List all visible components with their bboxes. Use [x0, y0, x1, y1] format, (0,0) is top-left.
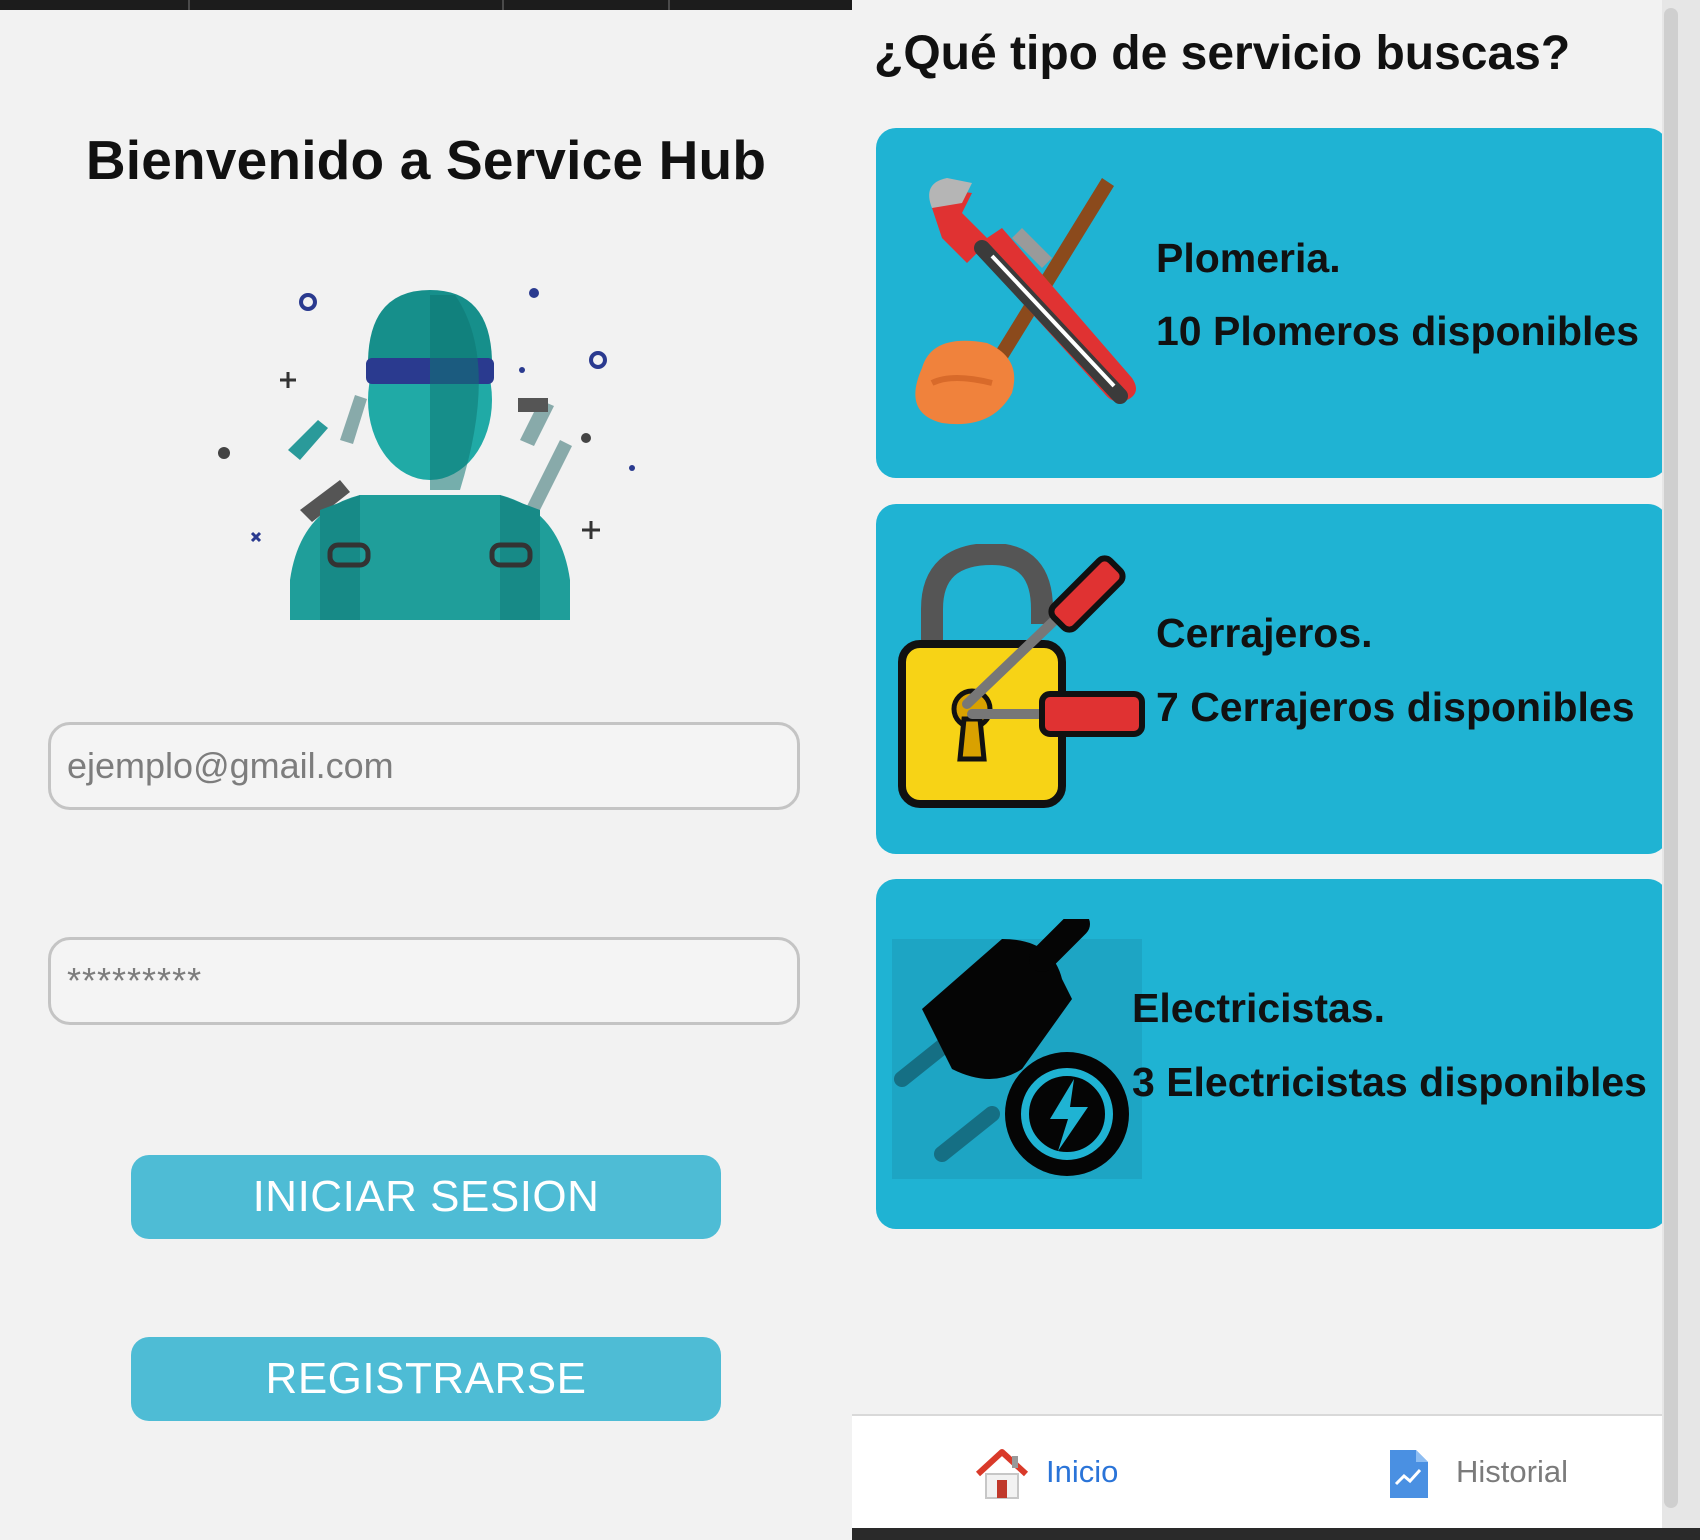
service-card-plomeria[interactable]: Plomeria. 10 Plomeros disponibles	[876, 128, 1668, 478]
scrollbar[interactable]	[1662, 0, 1680, 1528]
services-title: ¿Qué tipo de servicio buscas?	[874, 27, 1571, 80]
service-name: Electricistas.	[1132, 985, 1385, 1031]
login-button[interactable]: INICIAR SESION	[131, 1155, 721, 1239]
window-bottom-bar	[852, 1528, 1700, 1540]
password-field[interactable]	[48, 937, 800, 1025]
worker-illustration	[218, 288, 635, 620]
email-field[interactable]	[48, 722, 800, 810]
scroll-thumb[interactable]	[1664, 8, 1678, 1508]
electric-plug-icon	[892, 919, 1142, 1179]
service-name: Cerrajeros.	[1156, 610, 1373, 656]
service-card-cerrajeros[interactable]: Cerrajeros. 7 Cerrajeros disponibles	[876, 504, 1668, 854]
outer-scrollbar[interactable]	[1680, 0, 1700, 1540]
login-title: Bienvenido a Service Hub	[85, 129, 767, 191]
service-count: 3 Electricistas disponibles	[1132, 1059, 1647, 1105]
service-name: Plomeria.	[1156, 235, 1341, 281]
services-screen: ¿Qué tipo de servicio buscas? Plomeria. …	[852, 0, 1680, 1530]
nav-label: Inicio	[1046, 1454, 1119, 1489]
register-button[interactable]: REGISTRARSE	[131, 1337, 721, 1421]
nav-label: Historial	[1456, 1454, 1568, 1489]
service-card-electricistas[interactable]: Electricistas. 3 Electricistas disponibl…	[876, 879, 1668, 1229]
service-count: 7 Cerrajeros disponibles	[1156, 684, 1635, 730]
bottom-nav: Inicio Historial	[852, 1414, 1662, 1530]
home-icon	[975, 1449, 1029, 1499]
service-count: 10 Plomeros disponibles	[1156, 308, 1640, 354]
window-top-bar	[0, 0, 852, 10]
login-screen: Bienvenido a Service Hub INICIAR	[0, 10, 852, 1540]
plumbing-tools-icon	[915, 178, 1136, 425]
history-document-icon	[1390, 1450, 1428, 1498]
padlock-screwdriver-icon	[898, 544, 1145, 808]
